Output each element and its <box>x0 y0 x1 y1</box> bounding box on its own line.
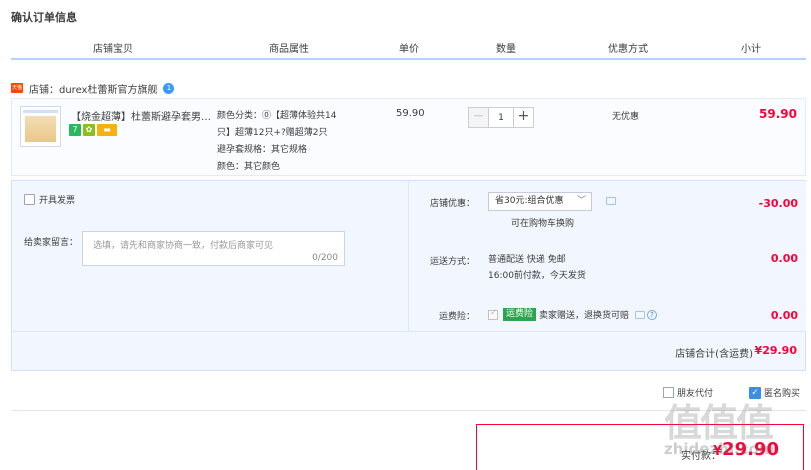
product-thumbnail[interactable] <box>20 106 61 147</box>
attr-line: 颜色分类：⓪【超薄体验共14 <box>217 111 337 121</box>
promo-label: 店铺优惠： <box>430 199 476 209</box>
chat-badge-icon[interactable]: 1 <box>163 82 175 94</box>
insurance-label: 运费险： <box>439 312 476 322</box>
message-bubble-icon[interactable] <box>606 197 616 205</box>
service-icons: 7 ✿ ▬ <box>69 124 119 136</box>
promo-amount: -30.00 <box>758 197 798 210</box>
discount-method: 无优惠 <box>612 112 640 122</box>
invoice-checkbox[interactable] <box>24 194 35 205</box>
message-textarea[interactable]: 选填，请先和商家协商一致，付款后商家可见 0/200 <box>82 231 345 266</box>
delivery-pane: 店铺优惠： 省30元:组合优惠 ﹀ 可在购物车换购 -30.00 运送方式： 普… <box>410 181 806 331</box>
column-header-subtotal: 小计 <box>741 44 761 55</box>
unit-price: 59.90 <box>396 108 425 119</box>
promo-note: 可在购物车换购 <box>511 219 575 229</box>
credit-card-icon[interactable]: ▬ <box>97 124 117 136</box>
column-header-attributes: 商品属性 <box>269 44 309 55</box>
message-placeholder: 选填，请先和商家协商一致，付款后商家可见 <box>93 241 274 251</box>
message-bubble-icon[interactable] <box>635 310 646 319</box>
shop-name[interactable]: 店铺：durex杜蕾斯官方旗舰 <box>29 81 157 96</box>
insurance-text: 卖家赠送，退换货可赔 <box>539 311 630 321</box>
item-subtotal: 59.90 <box>759 107 797 121</box>
column-headers: 店铺宝贝 商品属性 单价 数量 优惠方式 小计 <box>11 34 806 60</box>
insurance-amount: 0.00 <box>770 309 798 322</box>
thumbnail-banner <box>23 110 58 113</box>
chevron-down-icon: ﹀ <box>576 196 586 206</box>
attr-line: 避孕套规格：其它规格 <box>217 145 308 155</box>
shipping-amount: 0.00 <box>770 252 798 265</box>
order-info-panel: 开具发票 给卖家留言： 选填，请先和商家协商一致，付款后商家可见 0/200 店… <box>11 180 806 371</box>
quantity-input[interactable] <box>489 107 513 128</box>
invoice-label: 开具发票 <box>39 196 76 206</box>
shipping-time: 16:00前付款，今天发货 <box>488 271 586 281</box>
invoice-option[interactable]: 开具发票 <box>24 193 75 206</box>
flower-icon[interactable]: ✿ <box>83 124 95 136</box>
promo-selected-value: 省30元:组合优惠 <box>495 196 564 206</box>
shop-total-label: 店铺合计(含运费) <box>675 349 753 360</box>
seven-day-return-icon[interactable]: 7 <box>69 124 81 136</box>
promo-select[interactable]: 省30元:组合优惠 ﹀ <box>488 192 592 211</box>
insurance-checkbox <box>488 308 498 320</box>
column-header-quantity: 数量 <box>496 44 516 55</box>
shop-row: 天猫 店铺：durex杜蕾斯官方旗舰 1 <box>11 80 175 96</box>
watermark-logo: 值值值 <box>664 401 774 445</box>
column-header-price: 单价 <box>399 44 419 55</box>
product-title[interactable]: 【烧金超薄】杜蕾斯避孕套男用... <box>71 108 213 123</box>
column-header-discount: 优惠方式 <box>608 44 648 55</box>
page-title: 确认订单信息 <box>11 11 77 24</box>
attr-line: 只】超薄12只+?赠超薄2只 <box>217 128 328 138</box>
quantity-stepper: − + <box>468 107 534 128</box>
shop-total-row: 店铺合计(含运费) ¥29.90 <box>12 331 805 371</box>
message-label: 给卖家留言： <box>24 238 79 248</box>
tmall-shop-icon: 天猫 <box>11 83 23 93</box>
thumbnail-box <box>25 116 56 142</box>
column-header-shop-item: 店铺宝贝 <box>93 44 133 55</box>
attr-line: 颜色：其它颜色 <box>217 162 281 172</box>
shipping-label: 运送方式： <box>430 257 476 267</box>
insurance-row: 运费险 卖家赠送，退换货可赔 ? <box>488 308 658 321</box>
invoice-message-pane: 开具发票 给卖家留言： 选填，请先和商家协商一致，付款后商家可见 0/200 <box>12 181 409 331</box>
watermark-url: zhidezhi.com <box>664 440 775 458</box>
shipping-method: 普通配送 快递 免邮 <box>488 255 566 265</box>
increase-quantity-button[interactable]: + <box>513 107 534 128</box>
shipping-info: 普通配送 快递 免邮 16:00前付款，今天发货 <box>488 252 586 284</box>
product-attributes: 颜色分类：⓪【超薄体验共14 只】超薄12只+?赠超薄2只 避孕套规格：其它规格… <box>217 108 367 176</box>
help-icon[interactable]: ? <box>647 309 658 320</box>
message-char-count: 0/200 <box>312 253 338 263</box>
insurance-badge: 运费险 <box>503 308 537 321</box>
order-item-row: 【烧金超薄】杜蕾斯避孕套男用... 7 ✿ ▬ 颜色分类：⓪【超薄体验共14 只… <box>11 98 806 176</box>
decrease-quantity-button[interactable]: − <box>468 107 489 128</box>
shop-total-value: ¥29.90 <box>754 344 797 357</box>
